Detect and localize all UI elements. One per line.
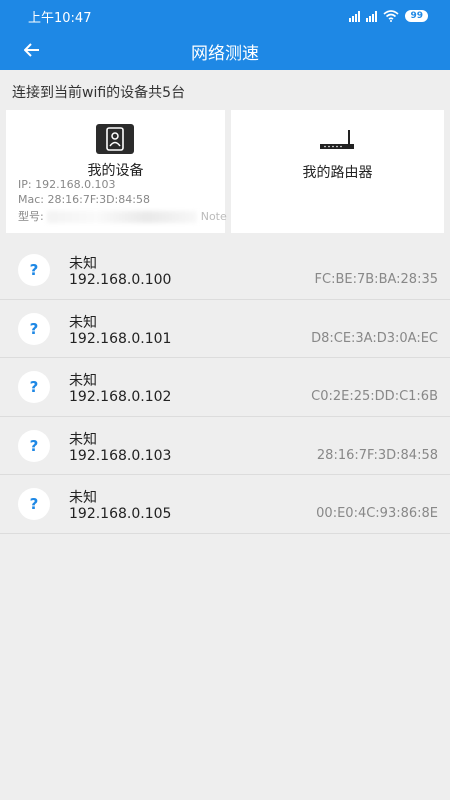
list-item[interactable]: ? 未知 192.168.0.105 00:E0:4C:93:86:8E <box>0 475 450 534</box>
my-device-mac: Mac: 28:16:7F:3D:84:58 <box>18 193 150 206</box>
device-mac: FC:BE:7B:BA:28:35 <box>314 272 438 287</box>
page-title: 网络测速 <box>191 43 259 64</box>
signal-icon <box>349 10 361 22</box>
device-ip: 192.168.0.101 <box>69 330 172 347</box>
device-mac: 28:16:7F:3D:84:58 <box>316 447 438 463</box>
device-ip: 192.168.0.102 <box>69 389 172 405</box>
device-name: 未知 <box>69 256 97 272</box>
router-title: 我的路由器 <box>302 165 373 181</box>
unknown-device-icon: ? <box>18 254 50 286</box>
device-ip: 192.168.0.103 <box>69 447 172 464</box>
device-mac: 00:E0:4C:93:86:8E <box>316 506 438 521</box>
list-item[interactable]: ? 未知 192.168.0.100 FC:BE:7B:BA:28:35 <box>0 241 450 300</box>
my-device-card[interactable]: 我的设备 IP: 192.168.0.103 Mac: 28:16:7F:3D:… <box>6 110 258 233</box>
my-device-title: 我的设备 <box>87 163 144 179</box>
unknown-device-icon: ? <box>18 488 50 520</box>
phone-device-icon <box>96 124 134 154</box>
model-label: 型号: <box>18 210 44 223</box>
device-ip: 192.168.0.100 <box>69 272 172 288</box>
my-device-ip: IP: 192.168.0.103 <box>18 178 116 191</box>
router-icon <box>320 130 354 149</box>
unknown-device-icon: ? <box>18 371 50 403</box>
list-item[interactable]: ? 未知 192.168.0.101 D8:CE:3A:D3:0A:EC <box>0 300 450 358</box>
list-item[interactable]: ? 未知 192.168.0.103 28:16:7F:3D:84:58 <box>0 417 450 475</box>
device-ip: 192.168.0.105 <box>69 506 172 522</box>
unknown-device-icon: ? <box>18 429 50 462</box>
device-name: 未知 <box>69 431 97 448</box>
device-name: 未知 <box>69 314 97 331</box>
app-bar: 网络测速 <box>0 32 450 70</box>
model-redacted <box>47 211 198 223</box>
device-name: 未知 <box>69 373 97 389</box>
status-time: 上午10:47 <box>28 10 92 26</box>
list-item[interactable]: ? 未知 192.168.0.102 C0:2E:25:DD:C1:6B <box>0 358 450 417</box>
wifi-icon <box>383 10 399 22</box>
device-count-summary: 连接到当前wifi的设备共5台 <box>12 85 186 101</box>
status-bar: 上午10:47 99 <box>0 0 450 32</box>
signal-icon-2 <box>366 10 378 22</box>
device-list: ? 未知 192.168.0.100 FC:BE:7B:BA:28:35 ? 未… <box>0 241 450 534</box>
status-icons: 99 <box>349 10 428 22</box>
device-name: 未知 <box>69 490 97 506</box>
battery-icon: 99 <box>405 10 428 22</box>
unknown-device-icon: ? <box>18 312 50 345</box>
device-mac: D8:CE:3A:D3:0A:EC <box>311 330 438 346</box>
router-card[interactable]: 我的路由器 <box>231 110 444 233</box>
device-mac: C0:2E:25:DD:C1:6B <box>311 389 438 404</box>
back-button[interactable] <box>20 38 44 62</box>
arrow-left-icon <box>24 43 39 57</box>
my-device-model: 型号: Note 8 Pro <box>18 208 258 224</box>
